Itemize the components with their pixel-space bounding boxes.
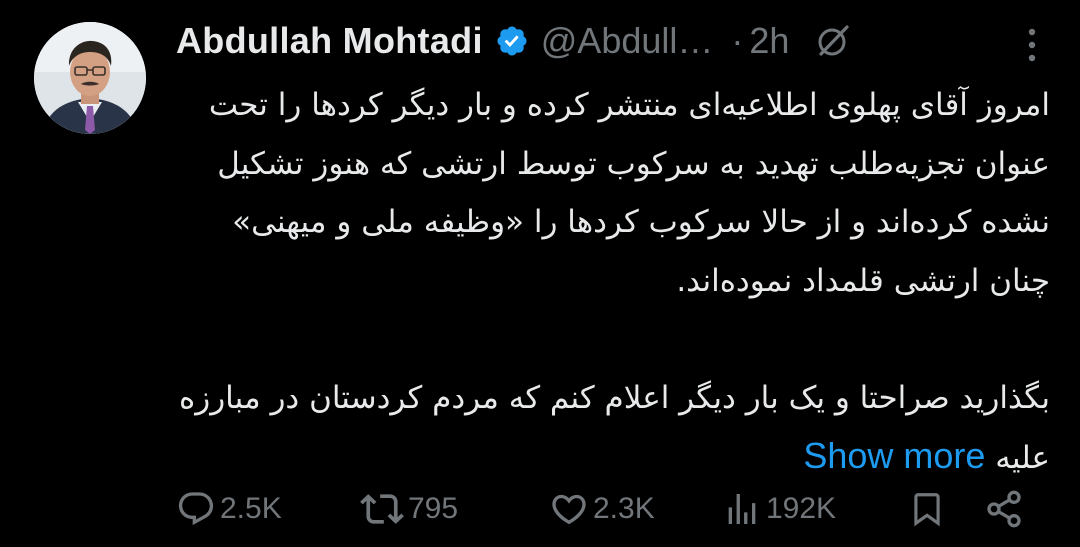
bookmark-button[interactable]: [908, 487, 946, 531]
tweet-paragraph: بگذارید صراحتا و یک بار دیگر اعلام کنم ک…: [176, 369, 1050, 488]
verified-badge-icon[interactable]: [495, 24, 529, 58]
author-display-name[interactable]: Abdullah Mohtadi: [176, 20, 483, 62]
repost-icon: [360, 494, 404, 524]
share-icon: [987, 490, 1021, 528]
reply-count: 2.5K: [220, 492, 282, 525]
repost-button[interactable]: 795: [360, 487, 458, 531]
reply-icon: [178, 492, 214, 526]
heart-icon: [552, 494, 586, 525]
share-button[interactable]: [984, 487, 1024, 531]
bookmark-icon: [914, 493, 940, 527]
like-count: 2.3K: [593, 492, 655, 525]
tweet-text: امروز آقای پهلوی اطلاعیه‌ای منتشر کرده و…: [176, 76, 1050, 488]
more-options-icon[interactable]: [1026, 26, 1038, 64]
separator-dot: ·: [731, 20, 744, 61]
repost-count: 795: [408, 492, 459, 525]
tweet-timestamp[interactable]: 2h: [749, 20, 789, 62]
reply-button[interactable]: 2.5K: [176, 487, 282, 531]
avatar[interactable]: [34, 22, 146, 134]
tweet-action-bar: 2.5K 795 2.3K 192K: [176, 487, 1036, 531]
views-count: 192K: [766, 492, 837, 525]
show-more-link[interactable]: Show more: [803, 435, 985, 476]
like-button[interactable]: 2.3K: [549, 487, 655, 531]
author-handle[interactable]: @Abdull…: [541, 20, 714, 62]
grok-icon[interactable]: [815, 23, 851, 59]
tweet-header: Abdullah Mohtadi @Abdull… · 2h: [176, 16, 1056, 66]
views-button[interactable]: 192K: [722, 487, 836, 531]
profile-photo: [34, 22, 146, 134]
tweet-paragraph: امروز آقای پهلوی اطلاعیه‌ای منتشر کرده و…: [208, 87, 1050, 299]
views-icon: [728, 494, 756, 524]
